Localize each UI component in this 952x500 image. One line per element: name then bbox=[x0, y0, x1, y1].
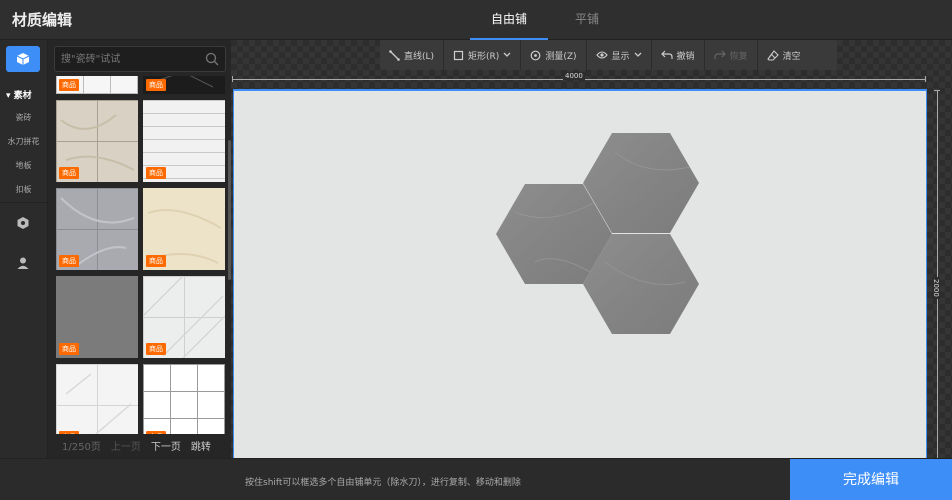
search-box bbox=[54, 46, 226, 72]
rect-tool-button[interactable]: 矩形(R) bbox=[444, 40, 522, 70]
hint-text: 按住shift可以框选多个自由铺单元（除水刀），进行复制、移动和删除 bbox=[245, 478, 521, 488]
mode-tabs: 自由铺 平铺 bbox=[470, 0, 626, 40]
material-tile[interactable]: 商品 bbox=[56, 276, 138, 358]
jump-page-button[interactable]: 跳转 bbox=[191, 438, 211, 453]
material-tile[interactable]: 商品 bbox=[143, 100, 225, 182]
clear-button[interactable]: 清空 bbox=[758, 40, 810, 70]
user-icon[interactable] bbox=[14, 254, 32, 272]
page-info: 1/250页 bbox=[62, 442, 101, 453]
search-icon[interactable] bbox=[205, 52, 219, 66]
material-grid: 商品 商品 商品 商品 商品 商品 商品 商品 bbox=[56, 76, 226, 434]
pager: 1/250页 上一页 下一页 跳转 bbox=[62, 438, 211, 453]
subcategory-tile[interactable]: 瓷砖 bbox=[0, 112, 47, 123]
product-badge: 商品 bbox=[146, 255, 166, 267]
category-label: 素材 bbox=[13, 91, 32, 101]
line-tool-button[interactable]: 直线(L) bbox=[380, 40, 445, 70]
hexagon-tile-group[interactable] bbox=[495, 132, 701, 336]
display-tool-label: 显示 bbox=[611, 51, 630, 62]
category-material[interactable]: ▾ 素材 bbox=[0, 88, 47, 101]
toolbar: 直线(L) 矩形(R) 测量(Z) 显示 撤销 恢复 清空 bbox=[380, 40, 837, 70]
material-tile[interactable]: 商品 bbox=[56, 76, 138, 94]
height-dimension-line bbox=[937, 91, 938, 458]
search-input[interactable] bbox=[61, 51, 201, 68]
material-tile[interactable]: 商品 bbox=[56, 188, 138, 270]
material-editor: 材质编辑 自由铺 平铺 ▾ 素材 瓷砖 水刀拼花 地板 扣板 搜"瓷砖"试试 商… bbox=[0, 0, 952, 500]
width-label: 4000 bbox=[563, 72, 585, 80]
eraser-icon bbox=[766, 49, 779, 61]
undo-button[interactable]: 撤销 bbox=[652, 40, 705, 70]
next-page-button[interactable]: 下一页 bbox=[151, 438, 181, 453]
tab-free-layout[interactable]: 自由铺 bbox=[470, 0, 548, 40]
product-badge: 商品 bbox=[59, 79, 79, 91]
header: 材质编辑 自由铺 平铺 bbox=[0, 0, 952, 40]
width-dimension: 4000 bbox=[232, 72, 926, 82]
product-badge: 商品 bbox=[59, 431, 79, 434]
cube-icon[interactable] bbox=[6, 46, 40, 72]
product-badge: 商品 bbox=[59, 167, 79, 179]
measure-tool-button[interactable]: 测量(Z) bbox=[521, 40, 587, 70]
subcategory-floor[interactable]: 地板 bbox=[0, 160, 47, 171]
rect-tool-label: 矩形(R) bbox=[468, 51, 500, 62]
undo-label: 撤销 bbox=[676, 51, 695, 62]
product-badge: 商品 bbox=[59, 343, 79, 355]
material-tile[interactable]: 商品 bbox=[56, 364, 138, 434]
material-tile[interactable]: 商品 bbox=[143, 76, 225, 94]
height-label: 2000 bbox=[932, 277, 940, 299]
product-badge: 商品 bbox=[146, 431, 166, 434]
app-title: 材质编辑 bbox=[12, 11, 73, 29]
product-badge: 商品 bbox=[146, 343, 166, 355]
rail-divider bbox=[0, 202, 47, 203]
redo-button[interactable]: 恢复 bbox=[705, 40, 758, 70]
material-tile[interactable]: 商品 bbox=[143, 188, 225, 270]
subcategory-ceiling[interactable]: 扣板 bbox=[0, 184, 47, 195]
height-dimension: 2000 bbox=[932, 90, 940, 458]
prev-page-button[interactable]: 上一页 bbox=[111, 438, 141, 453]
chevron-down-icon bbox=[503, 52, 511, 57]
finish-edit-button[interactable]: 完成编辑 bbox=[790, 459, 952, 500]
subcategory-waterjet[interactable]: 水刀拼花 bbox=[0, 136, 47, 147]
display-tool-button[interactable]: 显示 bbox=[587, 40, 652, 70]
tab-flat-layout[interactable]: 平铺 bbox=[548, 0, 626, 40]
rect-icon bbox=[453, 50, 464, 60]
material-tile[interactable]: 商品 bbox=[56, 100, 138, 182]
material-tile[interactable]: 商品 bbox=[143, 364, 225, 434]
redo-label: 恢复 bbox=[729, 51, 748, 62]
hexagon-icon[interactable] bbox=[14, 214, 32, 232]
footer: 按住shift可以框选多个自由铺单元（除水刀），进行复制、移动和删除 完成编辑 bbox=[0, 458, 952, 500]
material-panel: 商品 商品 商品 商品 商品 商品 bbox=[47, 40, 231, 458]
product-badge: 商品 bbox=[59, 255, 79, 267]
material-tile[interactable]: 商品 bbox=[143, 276, 225, 358]
line-icon bbox=[389, 49, 400, 61]
left-rail: ▾ 素材 瓷砖 水刀拼花 地板 扣板 bbox=[0, 40, 47, 458]
product-badge: 商品 bbox=[146, 167, 166, 179]
eye-icon bbox=[595, 51, 608, 59]
product-badge: 商品 bbox=[146, 79, 166, 91]
line-tool-label: 直线(L) bbox=[404, 51, 435, 62]
measure-tool-label: 测量(Z) bbox=[545, 51, 577, 62]
measure-icon bbox=[530, 50, 541, 60]
undo-icon bbox=[660, 50, 673, 59]
chevron-down-icon bbox=[634, 52, 642, 57]
clear-label: 清空 bbox=[782, 51, 801, 62]
redo-icon bbox=[713, 50, 726, 59]
